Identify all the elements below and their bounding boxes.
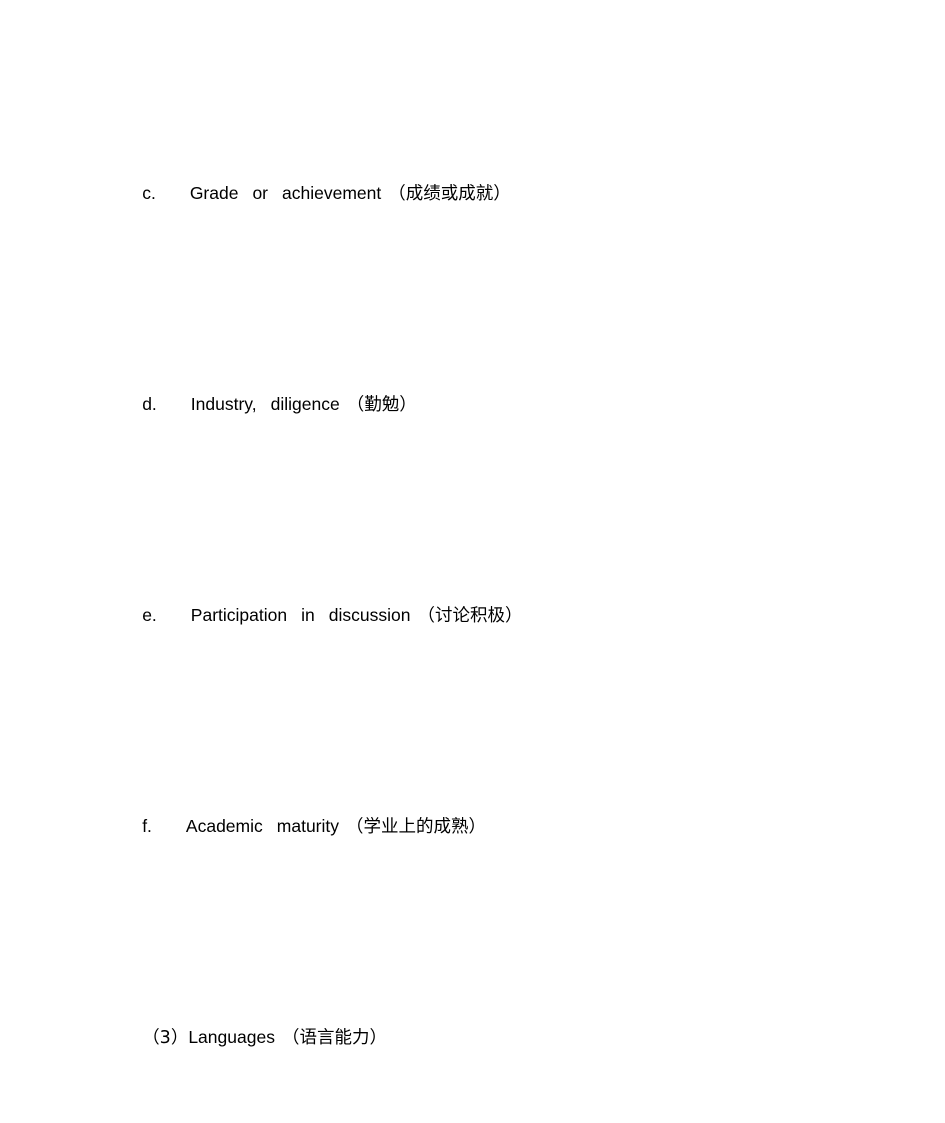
item-word: maturity (276, 816, 339, 836)
item-word: in (301, 605, 315, 625)
group-translation: （语言能力） (281, 1028, 387, 1048)
item-label: d. (142, 394, 157, 414)
list-item: d. Industry, diligence （勤勉） (113, 299, 832, 510)
item-label: c. (142, 183, 156, 203)
item-label: e. (142, 605, 157, 625)
item-translation: （勤勉） (346, 395, 417, 415)
item-label: f. (142, 816, 152, 836)
group-title: Languages (188, 1027, 275, 1047)
group-heading: （3）Languages （语言能力） (113, 932, 832, 1123)
item-word: diligence (270, 394, 340, 414)
item-word: Grade (189, 183, 239, 203)
item-translation: （学业上的成熟） (346, 817, 486, 837)
item-word: achievement (282, 183, 382, 203)
list-item: f. Academic maturity （学业上的成熟） (113, 721, 832, 932)
list-item: e. Participation in discussion （讨论积极） (113, 510, 832, 721)
item-translation: （讨论积极） (417, 606, 523, 626)
document-body: c. Grade or achievement （成绩或成就） d. Industry, d… (113, 88, 832, 1123)
group-number: （3） (142, 1028, 189, 1048)
document-page: c. Grade or achievement （成绩或成就） d. Industry, d… (0, 0, 945, 1123)
item-word: discussion (328, 605, 411, 625)
item-word: Industry, (190, 394, 257, 414)
item-word: Participation (190, 605, 288, 625)
item-word: or (252, 183, 269, 203)
item-word: Academic (185, 816, 263, 836)
item-translation: （成绩或成就） (388, 184, 511, 204)
list-item: c. Grade or achievement （成绩或成就） (113, 88, 832, 299)
